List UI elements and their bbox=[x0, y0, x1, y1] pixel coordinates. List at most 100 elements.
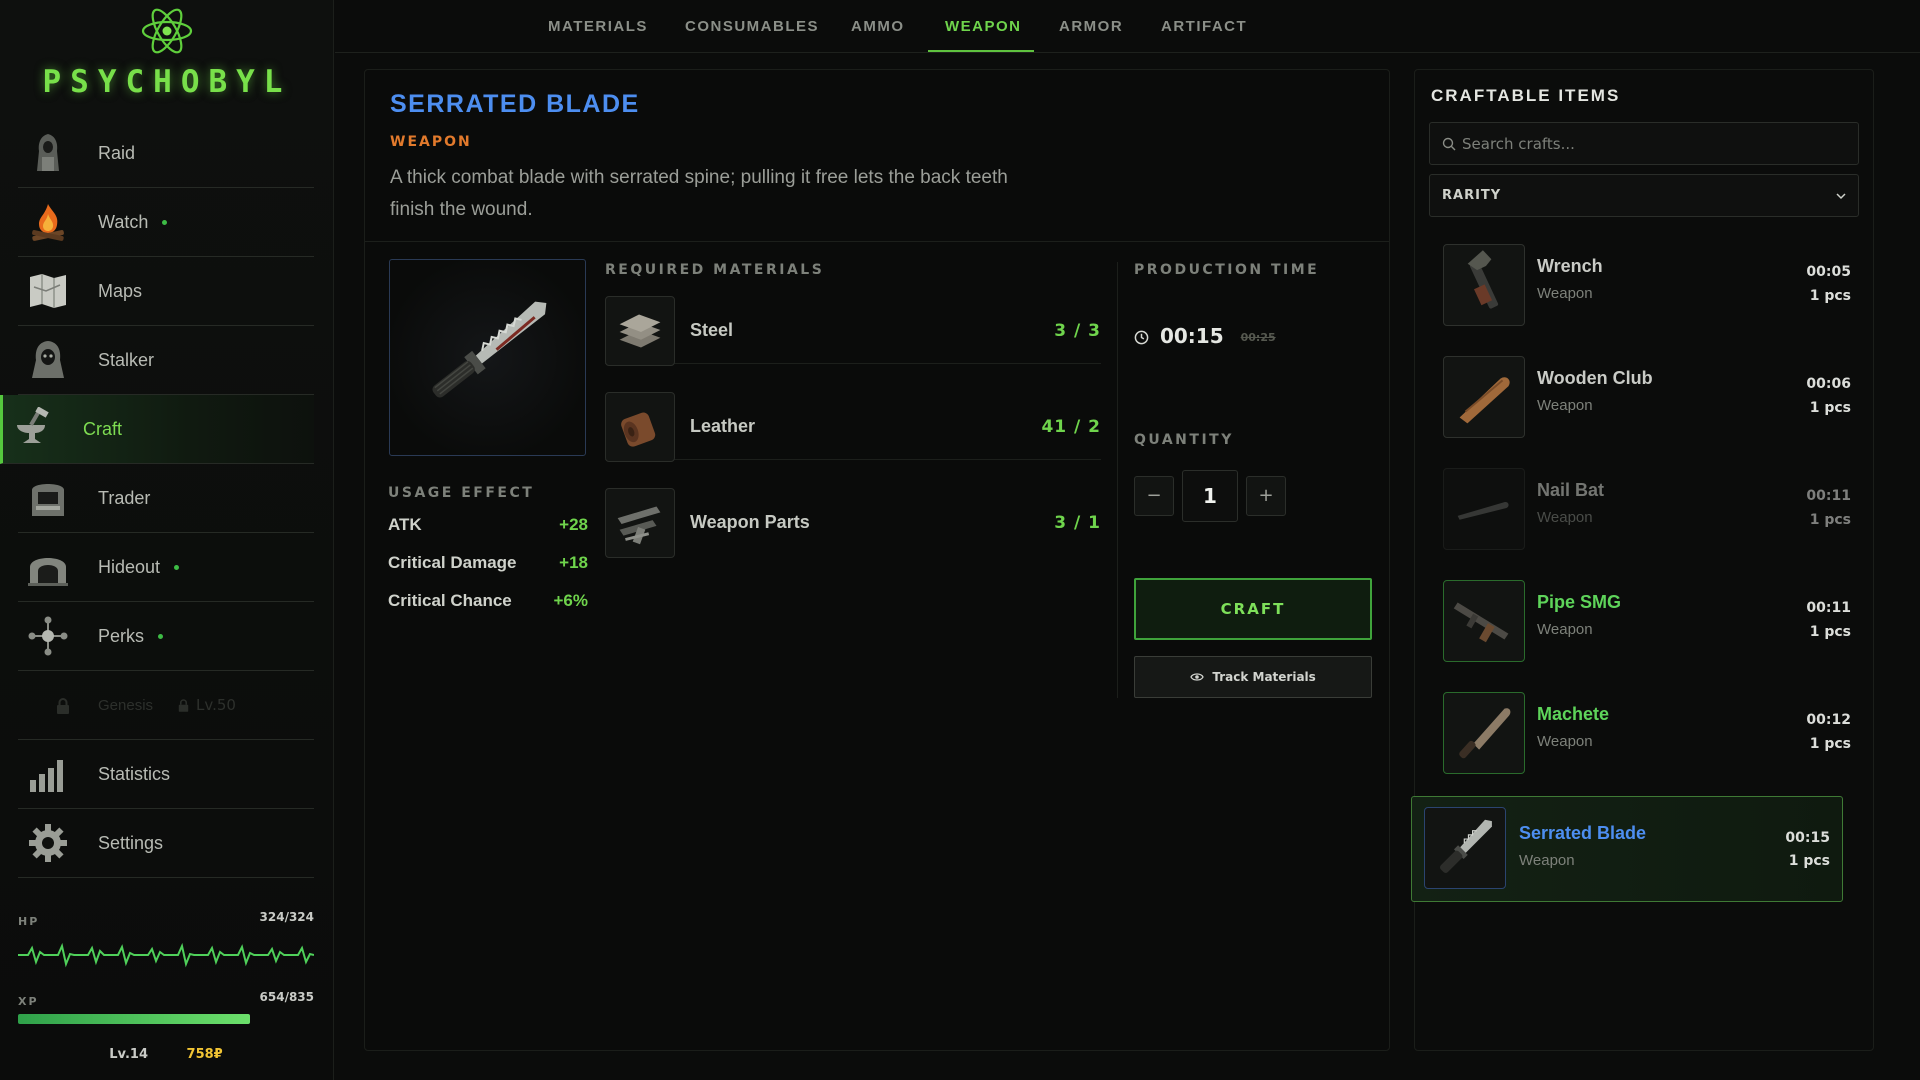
craftable-item-name: Pipe SMG bbox=[1537, 592, 1622, 612]
material-thumbnail bbox=[605, 296, 675, 366]
tab-materials[interactable]: MATERIALS bbox=[548, 18, 648, 35]
craftable-item-serrated-blade[interactable]: Serrated Blade Weapon 00:15 1 pcs bbox=[1411, 796, 1843, 902]
quantity-value[interactable]: 1 bbox=[1182, 470, 1238, 522]
craftable-item-qty: 1 pcs bbox=[1809, 288, 1851, 304]
machete-icon bbox=[1459, 708, 1511, 759]
eye-icon bbox=[1190, 673, 1204, 681]
xp-label: XP bbox=[18, 995, 39, 1008]
anvil-icon bbox=[17, 407, 49, 443]
hp-value: 324/324 bbox=[259, 910, 314, 924]
craft-button[interactable]: CRAFT bbox=[1134, 578, 1372, 640]
production-title: PRODUCTION TIME bbox=[1134, 262, 1320, 278]
material-name: Steel bbox=[690, 320, 734, 340]
sidebar-item-label: Raid bbox=[98, 142, 136, 163]
sidebar-item-perks[interactable]: Perks bbox=[18, 602, 314, 671]
craftable-item-name: Serrated Blade bbox=[1519, 823, 1647, 843]
effect-row: Critical Damage +18 bbox=[388, 553, 588, 591]
craftable-item-type: Weapon bbox=[1537, 509, 1593, 526]
craftable-item-qty: 1 pcs bbox=[1788, 853, 1830, 869]
search-input[interactable] bbox=[1462, 123, 1852, 164]
effect-label: ATK bbox=[388, 515, 422, 534]
craftable-item-time: 00:11 bbox=[1806, 488, 1851, 504]
effect-row: Critical Chance +6% bbox=[388, 591, 588, 629]
item-thumbnail bbox=[1443, 468, 1525, 550]
notification-dot bbox=[158, 634, 164, 640]
craftable-item-name: Machete bbox=[1537, 704, 1610, 724]
craftable-item-pipe-smg[interactable]: Pipe SMG Weapon 00:11 1 pcs bbox=[1423, 572, 1867, 684]
craftable-item-machete[interactable]: Machete Weapon 00:12 1 pcs bbox=[1423, 684, 1867, 796]
craftable-item-nail-bat[interactable]: Nail Bat Weapon 00:11 1 pcs bbox=[1423, 460, 1867, 572]
craftable-item-qty: 1 pcs bbox=[1809, 512, 1851, 528]
atom-logo-icon bbox=[141, 8, 193, 54]
sidebar-item-maps[interactable]: Maps bbox=[18, 257, 314, 326]
notification-dot bbox=[174, 565, 180, 571]
track-materials-button[interactable]: Track Materials bbox=[1134, 656, 1372, 698]
craftable-title: CRAFTABLE ITEMS bbox=[1431, 86, 1621, 105]
effect-label: Critical Chance bbox=[388, 591, 512, 610]
sidebar-item-raid[interactable]: Raid bbox=[18, 119, 314, 188]
craftable-item-time: 00:05 bbox=[1806, 264, 1851, 280]
sidebar-item-label: Settings bbox=[98, 832, 164, 853]
sidebar-item-genesis: Genesis Lv.50 bbox=[18, 671, 314, 740]
material-row: Steel 3 / 3 bbox=[605, 268, 1101, 366]
sidebar-item-trader[interactable]: Trader bbox=[18, 464, 314, 533]
knife-icon bbox=[432, 301, 547, 398]
tab-artifact[interactable]: ARTIFACT bbox=[1161, 18, 1247, 35]
item-thumbnail bbox=[1443, 580, 1525, 662]
player-level: Lv.14 bbox=[109, 1047, 148, 1062]
effect-value: +28 bbox=[559, 515, 588, 534]
item-detail-panel: SERRATED BLADE WEAPON A thick combat bla… bbox=[364, 69, 1390, 1051]
tab-consumables[interactable]: CONSUMABLES bbox=[685, 18, 819, 35]
nail-bat-icon bbox=[1457, 502, 1509, 520]
xp-value: 654/835 bbox=[259, 990, 314, 1004]
required-materials: REQUIRED MATERIALS Steel 3 / 3 Leather 4… bbox=[605, 262, 1101, 558]
production-time-value: 00:15 bbox=[1159, 324, 1224, 348]
bunker-icon bbox=[28, 558, 68, 586]
sidebar-item-craft[interactable]: Craft bbox=[0, 395, 314, 464]
material-thumbnail bbox=[605, 488, 675, 558]
tab-ammo[interactable]: AMMO bbox=[851, 18, 905, 35]
sidebar-item-settings[interactable]: Settings bbox=[18, 809, 314, 878]
tab-armor[interactable]: ARMOR bbox=[1059, 18, 1123, 35]
map-icon bbox=[30, 274, 66, 308]
sidebar-item-hideout[interactable]: Hideout bbox=[18, 533, 314, 602]
hooded-figure-icon bbox=[37, 134, 59, 171]
effect-row: ATK +28 bbox=[388, 515, 588, 553]
craftable-items-panel: CRAFTABLE ITEMS RARITY Wrench Weapon 00:… bbox=[1411, 69, 1874, 1051]
craftable-item-wooden-club[interactable]: Wooden Club Weapon 00:06 1 pcs bbox=[1423, 348, 1867, 460]
sidebar-item-label: Craft bbox=[83, 418, 123, 439]
craftable-item-time: 00:12 bbox=[1806, 712, 1851, 728]
sidebar-nav: Raid Watch Maps Stalker Craft Trader Hid… bbox=[0, 119, 314, 878]
production-time: 00:15 00:25 bbox=[1134, 324, 1276, 348]
effect-value: +18 bbox=[559, 553, 588, 572]
player-money: 758₽ bbox=[186, 1047, 223, 1062]
sidebar-item-label: Maps bbox=[98, 280, 143, 301]
trader-booth-icon bbox=[32, 484, 64, 516]
sidebar-item-statistics[interactable]: Statistics bbox=[18, 740, 314, 809]
gear-icon bbox=[29, 824, 67, 862]
sidebar-item-label: Stalker bbox=[98, 349, 155, 370]
material-row: Weapon Parts 3 / 1 bbox=[605, 460, 1101, 558]
production-time-original: 00:25 bbox=[1240, 331, 1276, 344]
sidebar-item-label: Perks bbox=[98, 626, 164, 647]
craftable-item-wrench[interactable]: Wrench Weapon 00:05 1 pcs bbox=[1423, 236, 1867, 348]
sidebar-item-watch[interactable]: Watch bbox=[18, 188, 314, 257]
craftable-item-type: Weapon bbox=[1537, 733, 1593, 750]
increase-quantity-button[interactable]: + bbox=[1246, 476, 1286, 516]
steel-plates-icon bbox=[619, 314, 661, 348]
rarity-select[interactable]: RARITY bbox=[1429, 174, 1859, 217]
craftable-item-name: Wooden Club bbox=[1537, 368, 1653, 388]
lock-icon bbox=[178, 699, 189, 712]
item-title: SERRATED BLADE bbox=[390, 90, 640, 118]
item-thumbnail bbox=[1443, 356, 1525, 438]
decrease-quantity-button[interactable]: − bbox=[1134, 476, 1174, 516]
sidebar-item-stalker[interactable]: Stalker bbox=[18, 326, 314, 395]
craftable-item-qty: 1 pcs bbox=[1809, 736, 1851, 752]
craftable-item-name: Wrench bbox=[1537, 256, 1603, 276]
material-name: Leather bbox=[690, 416, 756, 436]
item-description: A thick combat blade with serrated spine… bbox=[390, 167, 1008, 220]
smg-icon bbox=[1453, 602, 1509, 643]
active-tab-underline bbox=[928, 50, 1034, 52]
tab-weapon[interactable]: WEAPON bbox=[945, 18, 1022, 35]
item-thumbnail bbox=[1424, 807, 1506, 889]
